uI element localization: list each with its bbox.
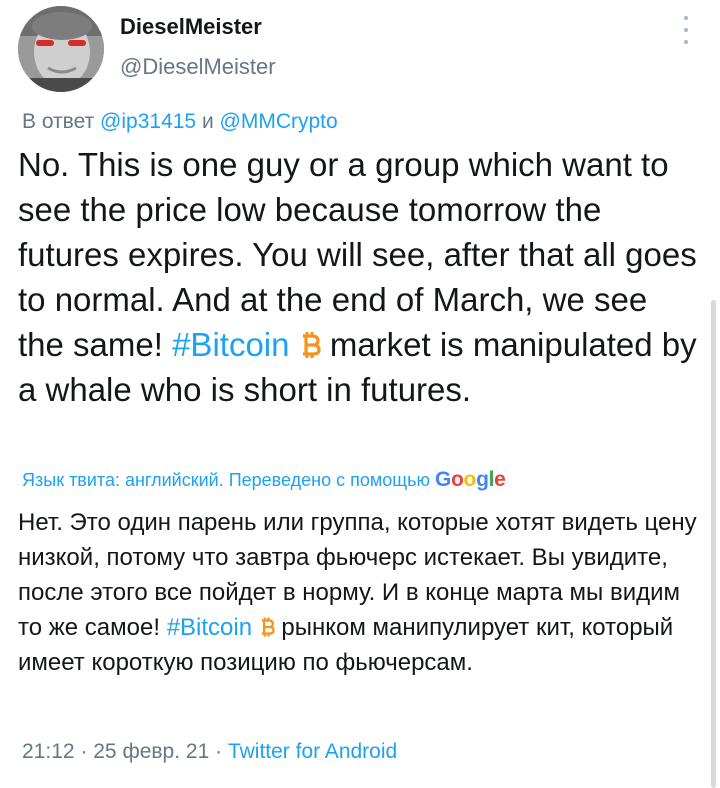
tweet-header: DieselMeister @DieselMeister [0, 0, 720, 110]
scrollbar[interactable] [711, 300, 716, 788]
more-dot [684, 28, 688, 32]
reply-prefix: В ответ [22, 110, 95, 133]
display-name[interactable]: DieselMeister [120, 14, 262, 40]
translated-text: Нет. Это один парень или группа, которые… [18, 505, 708, 680]
bitcoin-emoji-icon [261, 617, 275, 637]
hashtag-link[interactable]: #Bitcoin [172, 326, 289, 363]
more-dot [684, 40, 688, 44]
bitcoin-emoji-icon [302, 332, 321, 358]
meta-separator: · [215, 740, 223, 763]
avatar-image [18, 6, 104, 92]
google-logo: Google [434, 468, 506, 491]
mention-link[interactable]: @ip31415 [100, 110, 196, 133]
user-avatar[interactable] [18, 6, 104, 92]
translation-label[interactable]: Язык твита: английский. Переведено с пом… [22, 468, 506, 492]
hashtag-link[interactable]: #Bitcoin [167, 614, 252, 641]
translation-label-text: Язык твита: английский. Переведено с пом… [22, 470, 430, 490]
user-handle[interactable]: @DieselMeister [120, 54, 276, 80]
tweet-date[interactable]: 25 февр. 21 [93, 740, 209, 763]
tweet-time[interactable]: 21:12 [22, 740, 75, 763]
tweet-meta: 21:12 · 25 февр. 21 · Twitter for Androi… [22, 740, 397, 764]
tweet-client-link[interactable]: Twitter for Android [228, 740, 397, 763]
tweet-text: No. This is one guy or a group which wan… [18, 142, 698, 412]
reply-context: В ответ @ip31415 и @MMCrypto [22, 110, 338, 134]
more-options-icon[interactable] [678, 16, 694, 44]
more-dot [684, 16, 688, 20]
meta-separator: · [80, 740, 88, 763]
reply-joiner: и [201, 110, 214, 133]
mention-link[interactable]: @MMCrypto [220, 110, 338, 133]
